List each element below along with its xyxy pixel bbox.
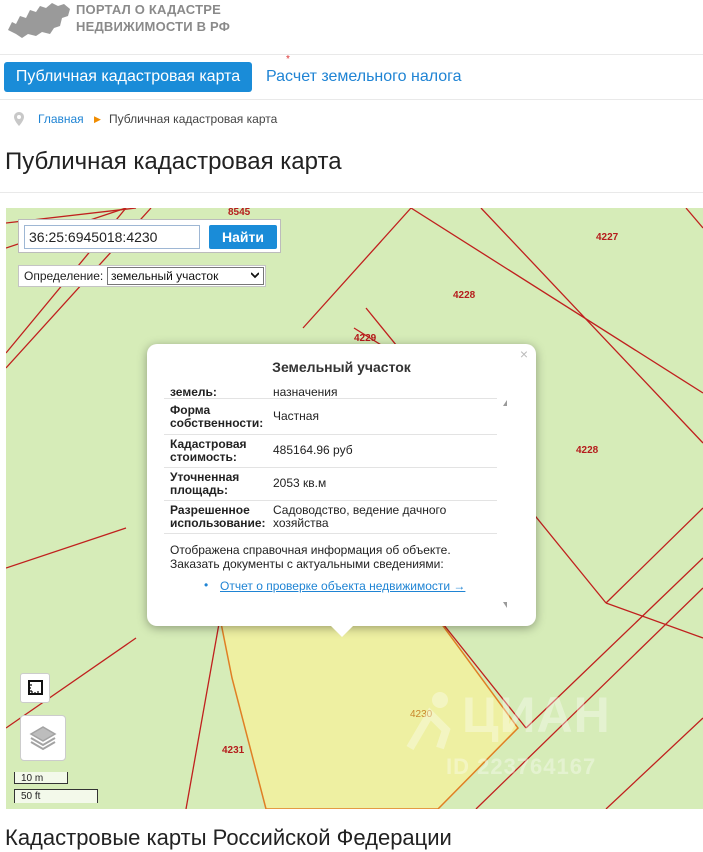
- scroll-down-arrow-icon[interactable]: [503, 602, 507, 608]
- info-row: Кадастровая стоимость: 485164.96 руб: [164, 435, 497, 468]
- parcel-label-8545: 8545: [228, 208, 251, 218]
- page-title: Публичная кадастровая карта: [5, 148, 342, 175]
- info-value: 485164.96 руб: [273, 443, 353, 457]
- definition-panel: Определение: земельный участок: [18, 265, 266, 287]
- parcel-label-4228: 4228: [576, 445, 599, 456]
- cadastral-number-input[interactable]: [24, 225, 200, 249]
- parcel-label-4231: 4231: [222, 745, 245, 756]
- breadcrumb-current: Публичная кадастровая карта: [109, 112, 278, 126]
- ruler-icon: [28, 680, 43, 695]
- parcel-info-popup: × Земельный участок земель: назначения Ф…: [147, 344, 536, 637]
- map-scale: 10 m 50 ft: [14, 772, 98, 806]
- layers-icon: [29, 726, 57, 751]
- definition-label: Определение:: [24, 269, 104, 283]
- info-row: Разрешенное использование: Садоводство, …: [164, 501, 497, 534]
- tab-public-cadastral-map[interactable]: Публичная кадастровая карта: [4, 62, 252, 92]
- info-key: Кадастровая стоимость:: [170, 437, 247, 464]
- find-button[interactable]: Найти: [209, 225, 277, 249]
- info-value: 2053 кв.м: [273, 476, 327, 490]
- logo-line-2: НЕДВИЖИМОСТИ В РФ: [76, 19, 231, 34]
- popup-title: Земельный участок: [272, 359, 411, 375]
- breadcrumb-arrow-icon: ▶: [94, 114, 101, 124]
- scale-metric: 10 m: [14, 772, 68, 784]
- popup-pointer: [330, 625, 354, 637]
- divider: [0, 192, 703, 193]
- logo-line-1: ПОРТАЛ О КАДАСТРЕ: [76, 2, 221, 17]
- property-check-report-link[interactable]: Отчет о проверке объекта недвижимости →: [220, 579, 465, 593]
- info-value: Садоводство, ведение дачного хозяйства: [273, 503, 447, 530]
- breadcrumb-home-link[interactable]: Главная: [38, 111, 84, 127]
- watermark-id: ID 223764167: [446, 754, 597, 779]
- info-row: земель: назначения: [164, 384, 497, 399]
- person-logo-icon: [406, 692, 451, 750]
- cadastral-map[interactable]: 8545 4227 4228 4228 4229 4230 4231 ЦИАН …: [6, 208, 703, 809]
- info-key: Уточненная площадь:: [170, 470, 240, 497]
- info-key: Форма собственности:: [170, 403, 264, 430]
- scroll-up-arrow-icon[interactable]: [503, 400, 507, 406]
- info-value: назначения: [273, 385, 338, 399]
- russia-map-logo-icon[interactable]: [6, 0, 72, 40]
- scale-imperial: 50 ft: [14, 789, 98, 803]
- watermark-text: ЦИАН: [462, 687, 611, 743]
- layers-button[interactable]: [20, 715, 66, 761]
- site-logo-text[interactable]: ПОРТАЛ О КАДАСТРЕ НЕДВИЖИМОСТИ В РФ: [76, 1, 230, 35]
- chevron-down-icon: [251, 272, 259, 279]
- info-row: Форма собственности: Частная: [164, 401, 497, 435]
- divider: [0, 99, 703, 100]
- bullet: •: [204, 578, 209, 592]
- info-key: Разрешенное использование:: [170, 503, 266, 530]
- info-value: Частная: [273, 409, 319, 423]
- reference-info-text: Отображена справочная информация об объе…: [170, 543, 451, 571]
- measure-tool-button[interactable]: [20, 673, 50, 703]
- info-row: Уточненная площадь: 2053 кв.м: [164, 468, 497, 501]
- popup-body[interactable]: земель: назначения Форма собственности: …: [164, 384, 507, 609]
- location-pin-icon: [14, 112, 24, 126]
- tab-land-tax-calculation[interactable]: Расчет земельного налога: [266, 62, 462, 92]
- parcel-label-4229: 4229: [354, 333, 377, 344]
- parcel-label-4228: 4228: [453, 290, 476, 301]
- divider: [0, 54, 703, 55]
- info-key: земель:: [170, 385, 217, 399]
- section-title: Кадастровые карты Российской Федерации: [5, 825, 452, 850]
- definition-selected-value: земельный участок: [111, 269, 219, 283]
- cian-watermark: ЦИАН ID 223764167: [406, 686, 626, 786]
- parcel-label-4227: 4227: [596, 232, 619, 243]
- search-panel: Найти: [18, 219, 281, 253]
- definition-select[interactable]: земельный участок: [107, 267, 264, 285]
